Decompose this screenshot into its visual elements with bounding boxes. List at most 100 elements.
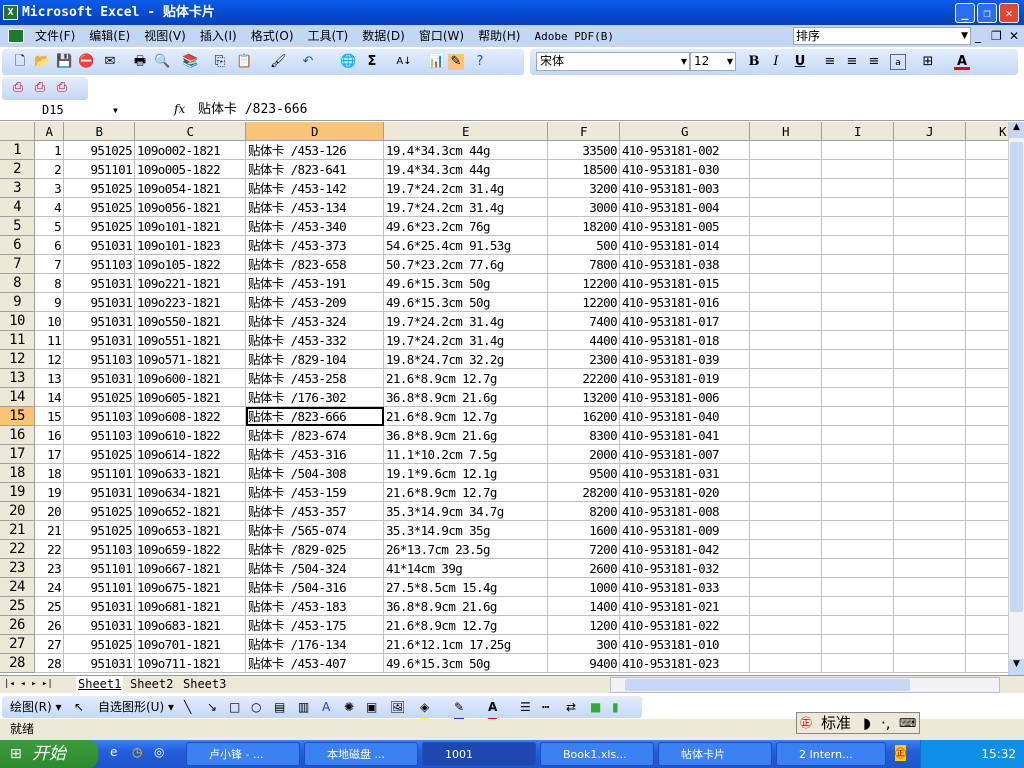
cell-f5[interactable]: 18200 bbox=[548, 217, 620, 236]
cell-k19[interactable] bbox=[966, 483, 1008, 502]
quicklaunch-clock-icon[interactable]: ◷ bbox=[132, 745, 142, 759]
cell-h4[interactable] bbox=[750, 198, 822, 217]
cell-k26[interactable] bbox=[966, 616, 1008, 635]
cell-c16[interactable]: 109o610-1822 bbox=[135, 426, 246, 445]
diagram-icon[interactable]: ✺ bbox=[344, 696, 354, 718]
cell-d2[interactable]: 贴体卡 /823-641 bbox=[246, 160, 384, 179]
cell-c6[interactable]: 109o101-1823 bbox=[135, 236, 246, 255]
cell-a2[interactable]: 2 bbox=[35, 160, 64, 179]
punctuation-icon[interactable]: ·, bbox=[881, 713, 891, 733]
cell-c26[interactable]: 109o683-1821 bbox=[135, 616, 246, 635]
cell-g16[interactable]: 410-953181-041 bbox=[620, 426, 750, 445]
draw-menu[interactable]: 绘图(R) ▾ bbox=[10, 696, 62, 718]
menu-view[interactable]: 视图(V) bbox=[144, 25, 186, 47]
cell-j5[interactable] bbox=[894, 217, 966, 236]
cell-e1[interactable]: 19.4*34.3cm 44g bbox=[384, 141, 548, 160]
save-icon[interactable]: 💾 bbox=[56, 54, 72, 70]
scroll-up-button[interactable]: ▲ bbox=[1009, 122, 1024, 138]
cell-h26[interactable] bbox=[750, 616, 822, 635]
cell-g19[interactable]: 410-953181-020 bbox=[620, 483, 750, 502]
cell-g18[interactable]: 410-953181-031 bbox=[620, 464, 750, 483]
cell-d7[interactable]: 贴体卡 /823-658 bbox=[246, 255, 384, 274]
menu-tools[interactable]: 工具(T) bbox=[308, 25, 349, 47]
cell-i14[interactable] bbox=[822, 388, 894, 407]
cell-h27[interactable] bbox=[750, 635, 822, 654]
cell-a14[interactable]: 14 bbox=[35, 388, 64, 407]
autoshapes-menu[interactable]: 自选图形(U) ▾ bbox=[98, 696, 174, 718]
cell-i8[interactable] bbox=[822, 274, 894, 293]
cell-k1[interactable] bbox=[966, 141, 1008, 160]
cell-e15[interactable]: 21.6*8.9cm 12.7g bbox=[384, 407, 548, 426]
column-header-b[interactable]: B bbox=[64, 122, 135, 141]
cell-c12[interactable]: 109o571-1821 bbox=[135, 350, 246, 369]
cell-c11[interactable]: 109o551-1821 bbox=[135, 331, 246, 350]
chevron-down-icon[interactable]: ▼ bbox=[961, 28, 968, 44]
sort-ascending-icon[interactable]: A↓ bbox=[396, 54, 412, 70]
cell-d19[interactable]: 贴体卡 /453-159 bbox=[246, 483, 384, 502]
cell-a3[interactable]: 3 bbox=[35, 179, 64, 198]
convert-pdf-icon[interactable]: ⎙ bbox=[10, 80, 26, 96]
cell-f18[interactable]: 9500 bbox=[548, 464, 620, 483]
cell-h17[interactable] bbox=[750, 445, 822, 464]
cell-f16[interactable]: 8300 bbox=[548, 426, 620, 445]
column-header-e[interactable]: E bbox=[384, 122, 548, 141]
cell-j18[interactable] bbox=[894, 464, 966, 483]
select-all-corner[interactable] bbox=[0, 122, 35, 141]
cell-g24[interactable]: 410-953181-033 bbox=[620, 578, 750, 597]
soft-keyboard-icon[interactable]: ⌨ bbox=[899, 713, 916, 733]
cell-j15[interactable] bbox=[894, 407, 966, 426]
oval-icon[interactable]: ○ bbox=[251, 696, 261, 718]
cell-e17[interactable]: 11.1*10.2cm 7.5g bbox=[384, 445, 548, 464]
cell-c19[interactable]: 109o634-1821 bbox=[135, 483, 246, 502]
cell-c24[interactable]: 109o675-1821 bbox=[135, 578, 246, 597]
cell-e20[interactable]: 35.3*14.9cm 34.7g bbox=[384, 502, 548, 521]
cell-k27[interactable] bbox=[966, 635, 1008, 654]
row-header[interactable]: 21 bbox=[0, 521, 35, 540]
active-cell[interactable]: 贴体卡 /823-666 bbox=[246, 407, 384, 426]
column-header-h[interactable]: H bbox=[750, 122, 822, 141]
cell-h10[interactable] bbox=[750, 312, 822, 331]
cell-a7[interactable]: 7 bbox=[35, 255, 64, 274]
scroll-thumb[interactable] bbox=[1010, 142, 1023, 612]
cell-g23[interactable]: 410-953181-032 bbox=[620, 559, 750, 578]
row-header[interactable]: 19 bbox=[0, 483, 35, 502]
ime-logo-icon[interactable]: ㊣ bbox=[800, 713, 812, 733]
menu-edit[interactable]: 编辑(E) bbox=[89, 25, 130, 47]
3d-style-icon[interactable]: ▮ bbox=[612, 696, 619, 718]
cell-b21[interactable]: 951025 bbox=[64, 521, 135, 540]
cell-j9[interactable] bbox=[894, 293, 966, 312]
hyperlink-icon[interactable]: 🌐 bbox=[340, 54, 356, 70]
cell-d23[interactable]: 贴体卡 /504-324 bbox=[246, 559, 384, 578]
cell-a21[interactable]: 21 bbox=[35, 521, 64, 540]
cell-g7[interactable]: 410-953181-038 bbox=[620, 255, 750, 274]
cell-j7[interactable] bbox=[894, 255, 966, 274]
cell-k3[interactable] bbox=[966, 179, 1008, 198]
cell-e19[interactable]: 21.6*8.9cm 12.7g bbox=[384, 483, 548, 502]
cell-a19[interactable]: 19 bbox=[35, 483, 64, 502]
cell-c10[interactable]: 109o550-1821 bbox=[135, 312, 246, 331]
cell-c4[interactable]: 109o056-1821 bbox=[135, 198, 246, 217]
cell-i10[interactable] bbox=[822, 312, 894, 331]
cell-b8[interactable]: 951031 bbox=[64, 274, 135, 293]
cell-g5[interactable]: 410-953181-005 bbox=[620, 217, 750, 236]
cell-i28[interactable] bbox=[822, 654, 894, 673]
cell-h3[interactable] bbox=[750, 179, 822, 198]
cell-c20[interactable]: 109o652-1821 bbox=[135, 502, 246, 521]
cell-f4[interactable]: 3000 bbox=[548, 198, 620, 217]
minimize-button[interactable]: _ bbox=[955, 3, 975, 23]
cell-e13[interactable]: 21.6*8.9cm 12.7g bbox=[384, 369, 548, 388]
cell-j17[interactable] bbox=[894, 445, 966, 464]
cell-a18[interactable]: 18 bbox=[35, 464, 64, 483]
cell-i1[interactable] bbox=[822, 141, 894, 160]
cell-f26[interactable]: 1200 bbox=[548, 616, 620, 635]
open-icon[interactable]: 📂 bbox=[34, 54, 50, 70]
cell-e21[interactable]: 35.3*14.9cm 35g bbox=[384, 521, 548, 540]
cell-j19[interactable] bbox=[894, 483, 966, 502]
font-size-select[interactable]: 12 ▼ bbox=[690, 52, 736, 71]
cell-a25[interactable]: 25 bbox=[35, 597, 64, 616]
font-color-icon[interactable]: A bbox=[488, 696, 498, 721]
cell-e2[interactable]: 19.4*34.3cm 44g bbox=[384, 160, 548, 179]
cell-c14[interactable]: 109o605-1821 bbox=[135, 388, 246, 407]
row-header[interactable]: 20 bbox=[0, 502, 35, 521]
chart-wizard-icon[interactable]: 📊 bbox=[428, 54, 444, 70]
